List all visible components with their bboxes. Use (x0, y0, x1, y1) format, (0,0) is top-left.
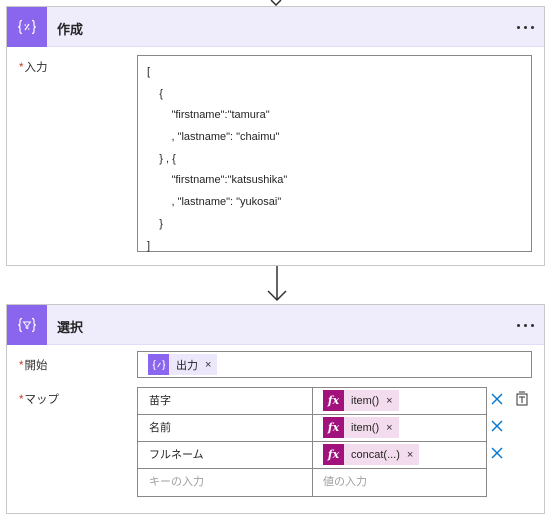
map-key-input[interactable]: キーの入力 (138, 469, 313, 496)
select-title: 選択 (57, 320, 84, 335)
expression-token-label: item() (351, 394, 380, 407)
map-key-field[interactable]: 名前 (138, 415, 313, 441)
remove-token-icon[interactable]: × (386, 422, 392, 434)
remove-token-icon[interactable]: × (386, 395, 392, 407)
remove-token-icon[interactable]: × (205, 359, 211, 371)
map-row: 苗字 fx item() × (138, 388, 486, 415)
output-token[interactable]: 出力 × (148, 354, 218, 375)
map-value-placeholder: 値の入力 (323, 476, 367, 488)
compose-card-header[interactable]: 作成 (7, 7, 544, 47)
compose-input-label: *入力 (19, 62, 48, 74)
required-mark: * (19, 394, 24, 406)
compose-title: 作成 (57, 22, 84, 37)
expression-token-label: concat(...) (351, 448, 400, 461)
select-from-label: *開始 (19, 360, 48, 372)
compose-input-field[interactable]: [ { "firstname":"tamura" , "lastname": "… (137, 55, 532, 252)
text-mode-icon[interactable] (515, 391, 529, 407)
remove-token-icon[interactable]: × (407, 449, 413, 461)
json-line: } , { (147, 152, 176, 165)
required-mark: * (19, 62, 24, 74)
json-line: "firstname":"katsushika" (147, 174, 288, 187)
map-key-field[interactable]: 苗字 (138, 388, 313, 414)
map-value-field[interactable]: fx item() × (313, 388, 486, 414)
map-row: 名前 fx item() × (138, 415, 486, 442)
select-card-header[interactable]: 選択 (7, 305, 544, 345)
map-value-field[interactable]: fx item() × (313, 415, 486, 441)
down-arrow-icon[interactable] (266, 266, 288, 304)
expression-token-label: item() (351, 421, 380, 434)
json-line: "firstname":"tamura" (147, 109, 270, 122)
fx-icon: fx (323, 417, 344, 438)
curly-braces-icon (7, 7, 47, 47)
map-row: フルネーム fx concat(...) × (138, 442, 486, 469)
more-options-icon[interactable] (512, 15, 538, 39)
fx-icon: fx (323, 444, 344, 465)
json-line: { (147, 87, 163, 100)
json-line: } (147, 217, 163, 230)
more-options-icon[interactable] (512, 313, 538, 337)
map-table: 苗字 fx item() × 名前 fx item() × フルネーム fx c… (137, 387, 487, 497)
expression-token[interactable]: fx item() × (323, 417, 399, 438)
curly-braces-icon (148, 354, 169, 375)
map-row-empty: キーの入力 値の入力 (138, 469, 486, 496)
select-from-field[interactable]: 出力 × (137, 351, 532, 378)
compose-action-card: 作成 *入力 [ { "firstname":"tamura" , "lastn… (6, 6, 545, 266)
output-token-label: 出力 (176, 359, 198, 372)
select-map-label: *マップ (19, 394, 59, 406)
map-value-input[interactable]: 値の入力 (313, 469, 486, 496)
close-icon[interactable] (490, 419, 504, 433)
map-key-field[interactable]: フルネーム (138, 442, 313, 468)
expression-token[interactable]: fx concat(...) × (323, 444, 420, 465)
json-line: [ (147, 66, 151, 78)
json-line: , "lastname": "chaimu" (147, 131, 280, 144)
select-action-card: 選択 *開始 出力 × *マップ 苗字 fx item() × 名前 fx it… (6, 304, 545, 514)
required-mark: * (19, 360, 24, 372)
close-icon[interactable] (490, 446, 504, 460)
json-line: ] (147, 239, 151, 252)
fx-icon: fx (323, 390, 344, 411)
map-value-field[interactable]: fx concat(...) × (313, 442, 486, 468)
close-icon[interactable] (490, 392, 504, 406)
expression-token[interactable]: fx item() × (323, 390, 399, 411)
curly-braces-filter-icon (7, 305, 47, 345)
json-line: , "lastname": "yukosai" (147, 196, 282, 209)
